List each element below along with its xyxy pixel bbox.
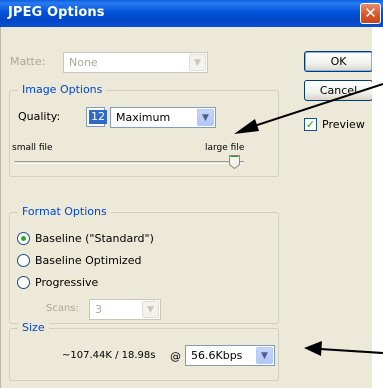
arrow-icon xyxy=(234,83,383,134)
annotation-arrows xyxy=(234,83,383,356)
jpeg-options-dialog: JPEG Options ✕ Matte: None ▼ Image Optio… xyxy=(0,0,383,388)
arrow-icon xyxy=(304,341,383,356)
